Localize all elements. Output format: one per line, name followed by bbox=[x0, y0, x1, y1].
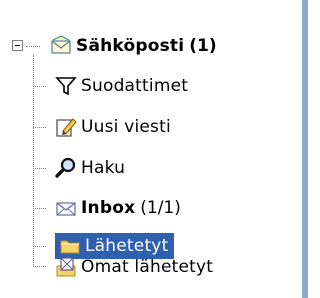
tree-node-label: Omat lähetetyt bbox=[81, 257, 214, 277]
envelope-icon bbox=[55, 197, 77, 219]
magnifier-icon bbox=[55, 157, 77, 179]
tree-node-inbox[interactable]: Inbox (1/1) bbox=[55, 194, 181, 222]
mail-folder-tree: Sähköposti (1) Suodattimet Uusi viesti H… bbox=[0, 0, 302, 298]
tree-connector bbox=[33, 246, 46, 247]
filter-icon bbox=[55, 75, 77, 97]
tree-node-label: Inbox bbox=[81, 198, 136, 218]
tree-node-label: Sähköposti bbox=[76, 36, 185, 56]
tree-node-label: Suodattimet bbox=[81, 76, 189, 96]
tree-node-omat-lahetetyt[interactable]: Omat lähetetyt bbox=[55, 253, 213, 281]
compose-icon bbox=[55, 116, 77, 138]
tree-node-haku[interactable]: Haku bbox=[55, 154, 125, 182]
tree-node-suodattimet[interactable]: Suodattimet bbox=[55, 72, 188, 100]
tree-node-sahkoposti[interactable]: Sähköposti (1) bbox=[50, 32, 217, 60]
tree-connector bbox=[33, 266, 46, 267]
tree-node-uusi-viesti[interactable]: Uusi viesti bbox=[55, 113, 171, 141]
tree-connector bbox=[33, 168, 46, 169]
tree-connector bbox=[33, 208, 46, 209]
sent-items-icon bbox=[55, 256, 77, 278]
tree-connector-root bbox=[26, 46, 40, 47]
tree-connector bbox=[33, 127, 46, 128]
tree-node-label: Uusi viesti bbox=[81, 117, 171, 137]
mail-envelope-open-icon bbox=[50, 35, 72, 57]
window-edge bbox=[302, 0, 308, 298]
unread-count: (1) bbox=[189, 36, 217, 56]
unread-count: (1/1) bbox=[140, 198, 181, 218]
collapse-toggle[interactable] bbox=[12, 40, 23, 51]
tree-node-label: Haku bbox=[81, 158, 126, 178]
tree-connector bbox=[33, 86, 46, 87]
